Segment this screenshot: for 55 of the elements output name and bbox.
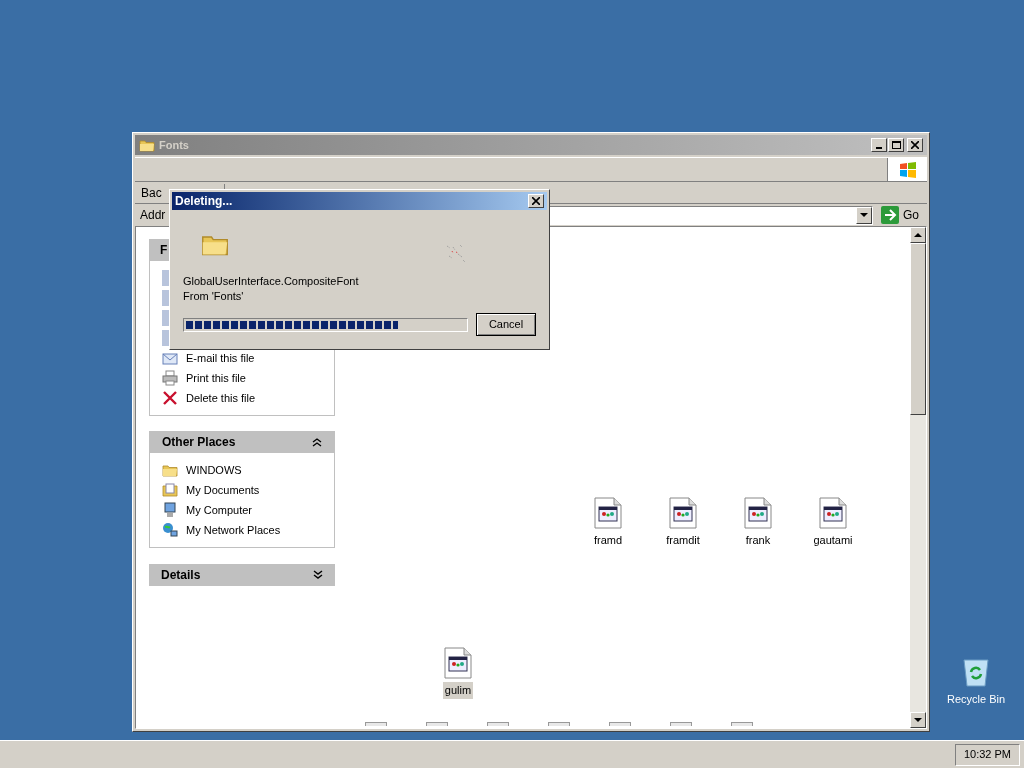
- panel-title: Other Places: [162, 434, 236, 451]
- flag-logo-icon: [898, 161, 917, 178]
- scroll-thumb[interactable]: [910, 243, 926, 415]
- caret-down-icon: [860, 213, 868, 217]
- font-file-icon: [669, 497, 697, 529]
- folder-icon: [139, 137, 155, 153]
- close-icon: [532, 197, 540, 205]
- task-link[interactable]: E-mail this file: [186, 349, 255, 367]
- place-link[interactable]: My Network Places: [186, 521, 281, 539]
- close-icon: [911, 141, 919, 149]
- network-icon: [162, 522, 178, 538]
- window-title: Fonts: [159, 137, 190, 153]
- maximize-button[interactable]: [888, 138, 904, 152]
- file-name[interactable]: frank: [743, 532, 773, 549]
- file-name[interactable]: framdit: [664, 532, 702, 549]
- envelope-icon: [162, 350, 178, 366]
- file-name: GlobalUserInterface.CompositeFont: [183, 274, 360, 289]
- font-file-icon: [744, 497, 772, 529]
- font-file-icon: [444, 647, 472, 679]
- source-text: From 'Fonts': [183, 289, 245, 304]
- file-name[interactable]: gautami: [811, 532, 855, 549]
- task-link[interactable]: Delete this file: [186, 389, 256, 407]
- file-name[interactable]: gulim: [442, 682, 474, 699]
- close-button[interactable]: [907, 138, 923, 152]
- documents-folder-icon: [162, 482, 178, 498]
- expand-chevron-icon[interactable]: [313, 570, 323, 580]
- printer-icon: [162, 370, 178, 386]
- computer-icon: [162, 502, 178, 518]
- dropdown-button[interactable]: [856, 206, 872, 224]
- font-file-icon: [594, 497, 622, 529]
- scroll-down-button[interactable]: [910, 712, 926, 728]
- arrow-right-icon: [881, 206, 899, 224]
- place-link[interactable]: My Documents: [186, 481, 260, 499]
- delete-icon: [162, 390, 178, 406]
- minimize-button[interactable]: [871, 138, 887, 152]
- file-name[interactable]: framd: [591, 532, 625, 549]
- desktop-icon-label[interactable]: Recycle Bin: [946, 691, 1006, 708]
- address-label: Addr: [140, 207, 167, 224]
- font-file-icon: [819, 497, 847, 529]
- panel-title: Details: [161, 567, 201, 584]
- close-button[interactable]: [528, 194, 544, 208]
- scroll-up-button[interactable]: [910, 227, 926, 243]
- place-link[interactable]: WINDOWS: [186, 461, 242, 479]
- caret-down-icon: [914, 718, 922, 722]
- place-link[interactable]: My Computer: [186, 501, 253, 519]
- go-button[interactable]: Go: [877, 206, 923, 224]
- recycle-bin-icon[interactable]: [960, 656, 992, 688]
- collapse-chevron-icon[interactable]: [312, 437, 322, 447]
- panel-title: F: [160, 242, 168, 259]
- caret-up-icon: [914, 233, 922, 237]
- clock: 10:32 PM: [954, 743, 1020, 766]
- dialog-title: Deleting...: [175, 193, 233, 210]
- cancel-button[interactable]: Cancel: [476, 313, 536, 336]
- folder-icon: [162, 462, 178, 478]
- task-link[interactable]: Print this file: [186, 369, 246, 387]
